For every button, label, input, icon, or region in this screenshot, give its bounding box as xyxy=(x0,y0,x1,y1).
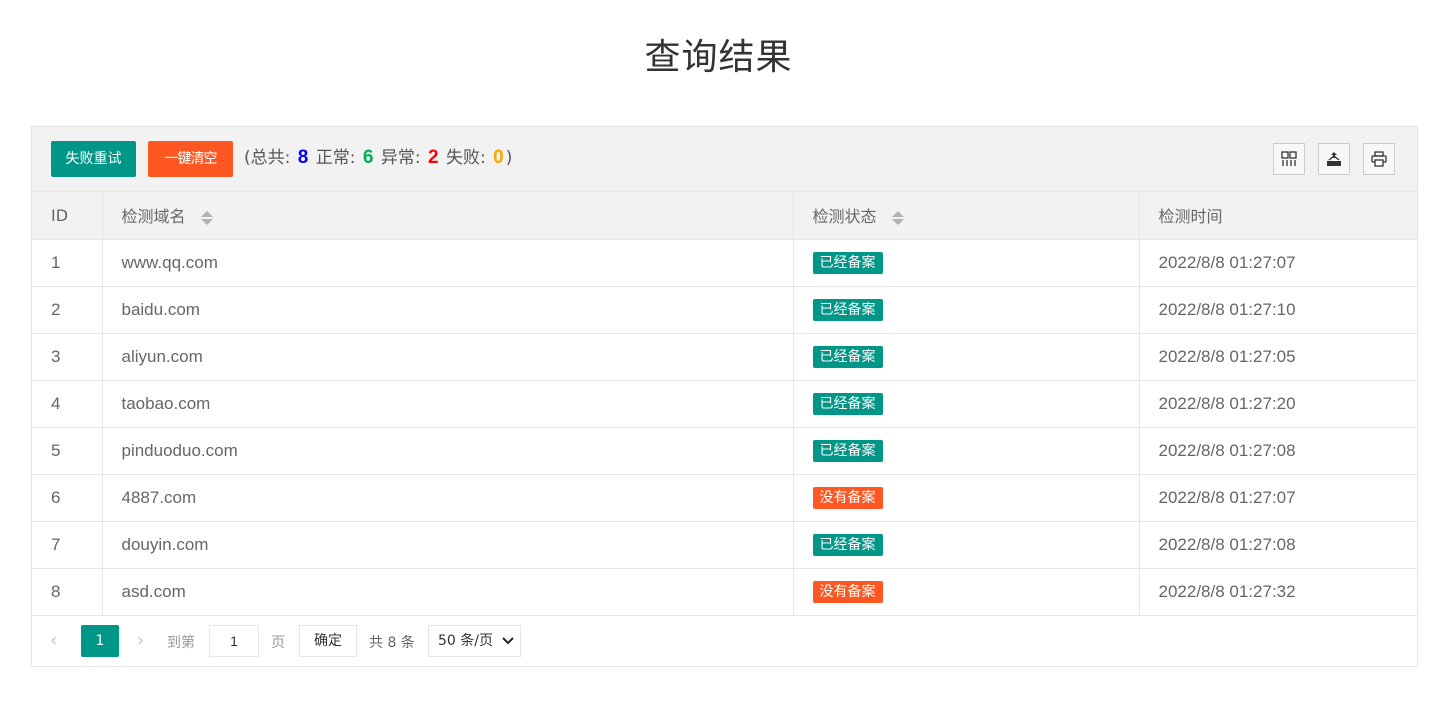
cell-time: 2022/8/8 01:27:32 xyxy=(1139,568,1417,616)
prev-page-button[interactable]: ‹ xyxy=(50,630,57,651)
status-badge: 没有备案 xyxy=(812,486,883,509)
pagination: ‹ 1 › 到第 页 确定 共 8 条 50 条/页 xyxy=(32,616,1417,666)
summary-normal-count: 6 xyxy=(362,147,374,168)
cell-status: 没有备案 xyxy=(793,568,1140,616)
table-header-row: ID 检测域名 检测状态 检测时间 xyxy=(32,192,1417,240)
status-badge: 已经备案 xyxy=(812,439,883,462)
cell-time: 2022/8/8 01:27:05 xyxy=(1139,333,1417,381)
cell-status: 已经备案 xyxy=(793,333,1140,381)
chevron-down-icon xyxy=(502,636,514,644)
columns-filter-button[interactable] xyxy=(1273,143,1305,175)
cell-id: 5 xyxy=(32,427,103,475)
status-badge: 没有备案 xyxy=(812,580,883,603)
status-badge: 已经备案 xyxy=(812,345,883,368)
table-row[interactable]: 3 aliyun.com 已经备案 2022/8/8 01:27:05 xyxy=(32,333,1417,381)
header-status[interactable]: 检测状态 xyxy=(793,192,1140,240)
total-count-label: 共 8 条 xyxy=(369,634,415,651)
export-icon xyxy=(1327,152,1341,166)
cell-status: 已经备案 xyxy=(793,427,1140,475)
status-badge: 已经备案 xyxy=(812,251,883,274)
export-button[interactable] xyxy=(1318,143,1350,175)
columns-icon xyxy=(1281,151,1297,166)
summary-total-count: 8 xyxy=(297,147,309,168)
cell-time: 2022/8/8 01:27:10 xyxy=(1139,286,1417,334)
print-icon xyxy=(1371,151,1387,167)
status-badge: 已经备案 xyxy=(812,392,883,415)
page-unit-label: 页 xyxy=(271,634,285,651)
table-row[interactable]: 5 pinduoduo.com 已经备案 2022/8/8 01:27:08 xyxy=(32,427,1417,475)
cell-domain: douyin.com xyxy=(102,521,794,569)
header-domain[interactable]: 检测域名 xyxy=(102,192,794,240)
goto-label: 到第 xyxy=(167,634,195,651)
sort-icon[interactable] xyxy=(891,210,904,226)
summary-normal-label: 正常: xyxy=(315,148,356,168)
retry-failed-button[interactable]: 失败重试 xyxy=(51,141,136,177)
summary-abnormal-label: 异常: xyxy=(380,148,421,168)
header-time-label: 检测时间 xyxy=(1158,207,1223,227)
cell-time: 2022/8/8 01:27:07 xyxy=(1139,474,1417,522)
cell-id: 2 xyxy=(32,286,103,334)
cell-domain: asd.com xyxy=(102,568,794,616)
cell-domain: www.qq.com xyxy=(102,239,794,287)
cell-status: 已经备案 xyxy=(793,239,1140,287)
cell-domain: baidu.com xyxy=(102,286,794,334)
result-table-container: 失败重试 一键清空 (总共: 8 正常: 6 异常: 2 失败: 0) ID 检… xyxy=(31,126,1418,667)
cell-id: 7 xyxy=(32,521,103,569)
table-row[interactable]: 2 baidu.com 已经备案 2022/8/8 01:27:10 xyxy=(32,286,1417,334)
status-badge: 已经备案 xyxy=(812,298,883,321)
cell-time: 2022/8/8 01:27:20 xyxy=(1139,380,1417,428)
cell-time: 2022/8/8 01:27:08 xyxy=(1139,521,1417,569)
page-size-select[interactable]: 50 条/页 xyxy=(428,624,521,657)
header-time: 检测时间 xyxy=(1139,192,1417,240)
table-row[interactable]: 4 taobao.com 已经备案 2022/8/8 01:27:20 xyxy=(32,380,1417,428)
goto-confirm-button[interactable]: 确定 xyxy=(299,624,357,657)
page-size-value: 50 条/页 xyxy=(438,632,493,649)
next-page-button[interactable]: › xyxy=(137,630,144,651)
cell-domain: taobao.com xyxy=(102,380,794,428)
cell-status: 已经备案 xyxy=(793,286,1140,334)
goto-page-input[interactable] xyxy=(209,624,259,657)
cell-time: 2022/8/8 01:27:07 xyxy=(1139,239,1417,287)
cell-status: 已经备案 xyxy=(793,380,1140,428)
header-id-label: ID xyxy=(51,205,69,225)
print-button[interactable] xyxy=(1363,143,1395,175)
table-row[interactable]: 1 www.qq.com 已经备案 2022/8/8 01:27:07 xyxy=(32,239,1417,287)
cell-id: 1 xyxy=(32,239,103,287)
summary-abnormal-count: 2 xyxy=(428,147,439,168)
table-row[interactable]: 6 4887.com 没有备案 2022/8/8 01:27:07 xyxy=(32,474,1417,522)
cell-status: 没有备案 xyxy=(793,474,1140,522)
table-row[interactable]: 7 douyin.com 已经备案 2022/8/8 01:27:08 xyxy=(32,521,1417,569)
clear-all-button[interactable]: 一键清空 xyxy=(148,141,233,177)
cell-time: 2022/8/8 01:27:08 xyxy=(1139,427,1417,475)
summary-total-label: 总共: xyxy=(250,148,291,168)
cell-domain: aliyun.com xyxy=(102,333,794,381)
cell-status: 已经备案 xyxy=(793,521,1140,569)
header-domain-label: 检测域名 xyxy=(121,207,186,227)
table-row[interactable]: 8 asd.com 没有备案 2022/8/8 01:27:32 xyxy=(32,568,1417,616)
status-badge: 已经备案 xyxy=(812,533,883,556)
sort-icon[interactable] xyxy=(200,210,213,226)
header-id: ID xyxy=(32,192,103,240)
page-title: 查询结果 xyxy=(644,37,793,78)
cell-domain: 4887.com xyxy=(102,474,794,522)
cell-id: 6 xyxy=(32,474,103,522)
summary-open: ( xyxy=(244,148,251,168)
cell-id: 8 xyxy=(32,568,103,616)
page-button-current[interactable]: 1 xyxy=(81,624,119,657)
table-toolbar: 失败重试 一键清空 (总共: 8 正常: 6 异常: 2 失败: 0) xyxy=(32,127,1417,192)
summary-close: ) xyxy=(505,148,513,168)
cell-id: 4 xyxy=(32,380,103,428)
result-summary: (总共: 8 正常: 6 异常: 2 失败: 0) xyxy=(244,145,512,171)
cell-id: 3 xyxy=(32,333,103,381)
result-table: ID 检测域名 检测状态 检测时间 1 www.qq.com 已经备案 2022… xyxy=(32,192,1417,616)
header-status-label: 检测状态 xyxy=(812,207,877,227)
cell-domain: pinduoduo.com xyxy=(102,427,794,475)
summary-failed-count: 0 xyxy=(493,147,504,168)
summary-failed-label: 失败: xyxy=(446,148,486,168)
